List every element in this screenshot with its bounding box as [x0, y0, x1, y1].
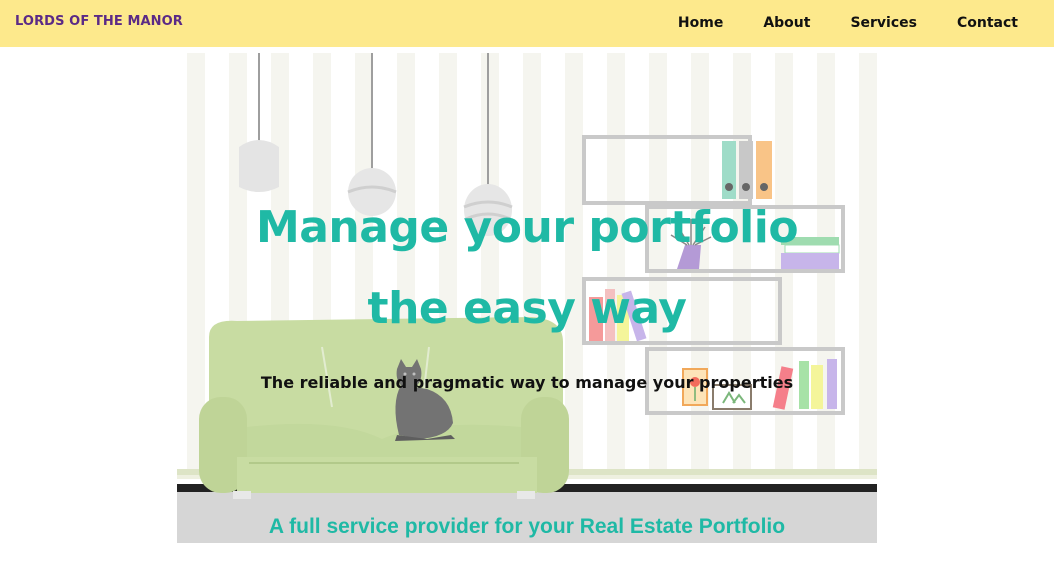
nav-link-services[interactable]: Services [850, 15, 917, 31]
brand-logo[interactable]: LORDS OF THE MANOR [15, 14, 183, 29]
nav-link-about[interactable]: About [763, 15, 810, 31]
hero-title-line1: Manage your portfolio [255, 202, 799, 253]
hero-title-line2: the easy way [367, 283, 687, 334]
top-navbar: LORDS OF THE MANOR Home About Services C… [0, 0, 1054, 47]
hero-title: Manage your portfolio the easy way [177, 187, 877, 349]
nav-links: Home About Services Contact [678, 15, 1018, 31]
nav-link-contact[interactable]: Contact [957, 15, 1018, 31]
hero-section: Manage your portfolio the easy way The r… [177, 47, 877, 543]
hero-subtitle: The reliable and pragmatic way to manage… [260, 373, 794, 392]
nav-link-home[interactable]: Home [678, 15, 723, 31]
hero-tagline: A full service provider for your Real Es… [268, 515, 786, 538]
